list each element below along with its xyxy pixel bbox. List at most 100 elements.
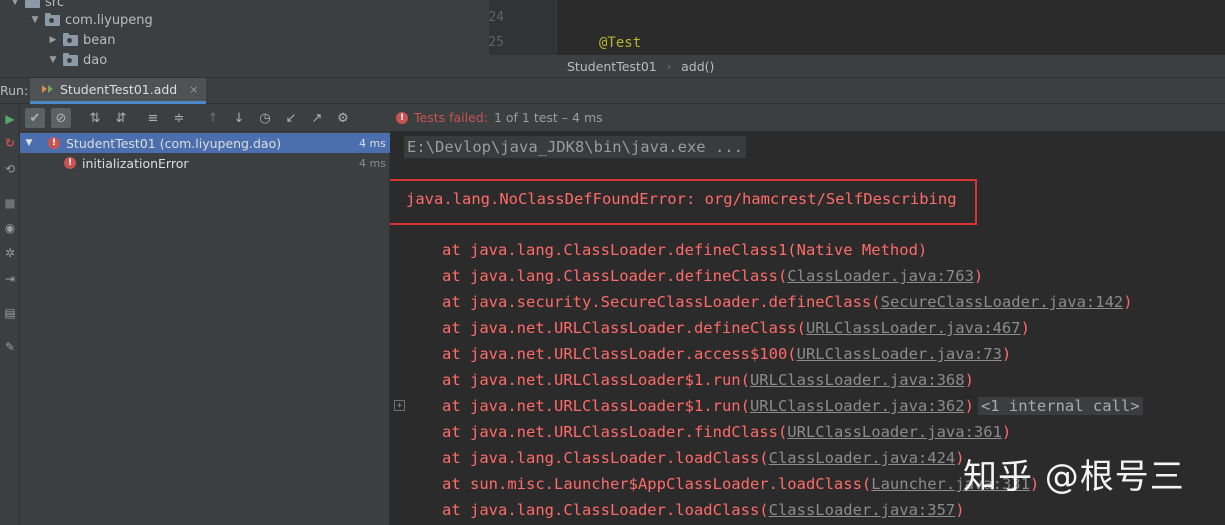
arrow-up-icon[interactable]: ↑ — [203, 108, 223, 128]
stack-trace-line: at java.security.SecureClassLoader.defin… — [442, 293, 1133, 311]
layout-icon[interactable]: ▤ — [1, 304, 19, 322]
watermark: 知乎 @根号三 — [963, 457, 1185, 497]
package-icon — [63, 52, 78, 66]
source-link[interactable]: URLClassLoader.java:368 — [750, 371, 965, 389]
code-annotation[interactable]: @Test — [599, 35, 641, 51]
stack-trace-line: at java.lang.ClassLoader.defineClass1(Na… — [442, 241, 927, 259]
tab-studenttest01-add[interactable]: StudentTest01.add × — [30, 77, 207, 104]
tree-item-label: com.liyupeng — [65, 12, 153, 28]
rerun-icon[interactable]: ▶ — [1, 110, 19, 128]
collapse-all-icon[interactable]: ≑ — [169, 108, 189, 128]
toggle-auto-test-icon[interactable]: ⟲ — [1, 160, 19, 178]
stack-frame-suffix: ) — [1123, 293, 1133, 311]
history-icon[interactable]: ◷ — [255, 108, 275, 128]
settings-icon[interactable]: ✲ — [1, 244, 19, 262]
chevron-down-icon[interactable]: ▼ — [24, 138, 34, 148]
stack-trace-line: at java.net.URLClassLoader.access$100(UR… — [442, 345, 1011, 363]
breadcrumb-method[interactable]: add() — [681, 59, 714, 74]
stack-frame-suffix: ) — [964, 371, 974, 389]
test-row-studenttest01[interactable]: ▼ ! StudentTest01 (com.liyupeng.dao) 4 m… — [20, 133, 390, 153]
stack-frame-suffix: ) — [1001, 345, 1012, 363]
stack-frame-text: at java.lang.ClassLoader.defineClass( — [442, 267, 788, 285]
package-icon — [63, 32, 78, 46]
test-toolbar: ✔ ⊘ ⇅ ⇵ ≡ ≑ ↑ ↓ ◷ ↙ ↗ ⚙ — [20, 104, 390, 132]
rerun-failed-icon[interactable]: ↻ — [1, 134, 19, 152]
stack-trace-line: at java.lang.ClassLoader.loadClass(Class… — [442, 449, 965, 467]
error-message: java.lang.NoClassDefFoundError: org/hamc… — [406, 190, 957, 208]
source-link[interactable]: URLClassLoader.java:73 — [797, 345, 1002, 363]
test-row-initializationerror[interactable]: ! initializationError 4 ms — [20, 153, 390, 173]
test-name: StudentTest01 (com.liyupeng.dao) — [66, 135, 282, 151]
test-results-tree: ▼ ! StudentTest01 (com.liyupeng.dao) 4 m… — [20, 132, 390, 525]
stack-frame-suffix: ) — [964, 397, 974, 415]
package-icon — [45, 12, 60, 26]
error-icon: ! — [64, 157, 76, 169]
stack-frame-suffix: ) — [1001, 423, 1012, 441]
source-link[interactable]: URLClassLoader.java:467 — [806, 319, 1021, 337]
stack-frame-text: at java.security.SecureClassLoader.defin… — [442, 293, 881, 311]
check-icon[interactable]: ✔ — [25, 108, 45, 128]
status-failed-text: Tests failed: — [414, 110, 488, 125]
stack-frame-text: at java.lang.ClassLoader.loadClass( — [442, 501, 769, 519]
tree-item-label: src — [45, 0, 64, 10]
stop-circle-icon[interactable]: ⊘ — [51, 108, 71, 128]
expand-fold-icon[interactable]: + — [394, 400, 405, 411]
stack-frame-suffix: ) — [955, 501, 965, 519]
import-icon[interactable]: ↙ — [281, 108, 301, 128]
camera-icon[interactable]: ◉ — [1, 219, 19, 237]
stack-frame-text: at java.net.URLClassLoader.findClass( — [442, 423, 788, 441]
export-icon[interactable]: ↗ — [307, 108, 327, 128]
source-link[interactable]: URLClassLoader.java:362 — [750, 397, 965, 415]
stack-trace-line: at sun.misc.Launcher$AppClassLoader.load… — [442, 475, 1039, 493]
stack-trace-line: at java.net.URLClassLoader$1.run(URLClas… — [442, 397, 1143, 415]
command-line[interactable]: E:\Devlop\java_JDK8\bin\java.exe ... — [404, 136, 746, 158]
tree-item-bean[interactable]: ▶ bean — [48, 30, 115, 50]
error-icon: ! — [396, 111, 408, 124]
expand-all-icon[interactable]: ≡ — [143, 108, 163, 128]
status-count: 1 of 1 test – 4 ms — [493, 110, 603, 125]
chevron-right-icon[interactable]: ▶ — [48, 35, 58, 45]
source-link[interactable]: ClassLoader.java:763 — [787, 267, 974, 285]
close-icon[interactable]: × — [189, 83, 198, 96]
run-side-toolbar: ▶ ↻ ⟲ ■ ◉ ✲ ⇥ ▤ ✎ — [0, 104, 20, 525]
tree-item-label: dao — [83, 52, 108, 68]
project-tree: ▼ src ▼ com.liyupeng ▶ bean ▼ dao — [0, 0, 489, 77]
chevron-down-icon[interactable]: ▼ — [30, 15, 40, 25]
pin-icon[interactable]: ✎ — [1, 338, 19, 356]
test-status-bar: ! Tests failed: 1 of 1 test – 4 ms — [390, 104, 1225, 132]
tree-item-label: bean — [83, 32, 116, 48]
chevron-down-icon[interactable]: ▼ — [48, 55, 58, 65]
stop-icon[interactable]: ■ — [1, 194, 19, 212]
test-duration: 4 ms — [359, 156, 386, 170]
arrow-down-icon[interactable]: ↓ — [229, 108, 249, 128]
stack-frame-text: at sun.misc.Launcher$AppClassLoader.load… — [442, 475, 872, 493]
tree-item-dao[interactable]: ▼ dao — [48, 50, 107, 70]
exit-icon[interactable]: ⇥ — [1, 270, 19, 288]
stack-frame-text: at java.net.URLClassLoader$1.run( — [442, 397, 750, 415]
source-link[interactable]: ClassLoader.java:357 — [769, 501, 956, 519]
run-tab-bar: Run: StudentTest01.add × — [0, 77, 1225, 104]
breadcrumb-class[interactable]: StudentTest01 — [567, 59, 657, 74]
line-number: 25 — [489, 35, 504, 50]
tree-item-com-liyupeng[interactable]: ▼ com.liyupeng — [30, 10, 153, 30]
tab-title: StudentTest01.add — [60, 81, 178, 97]
source-link[interactable]: URLClassLoader.java:361 — [787, 423, 1002, 441]
internal-call-badge[interactable]: <1 internal call> — [977, 397, 1143, 415]
test-duration: 4 ms — [359, 136, 386, 150]
folder-icon — [25, 0, 40, 8]
stack-trace-line: at java.net.URLClassLoader$1.run(URLClas… — [442, 371, 974, 389]
chevron-down-icon[interactable]: ▼ — [10, 0, 20, 7]
stack-frame-text: at java.net.URLClassLoader.defineClass( — [442, 319, 806, 337]
stack-frame-text: at java.lang.ClassLoader.loadClass( — [442, 449, 769, 467]
gear-icon[interactable]: ⚙ — [333, 108, 353, 128]
sort-alpha-icon[interactable]: ⇅ — [85, 108, 105, 128]
run-label: Run: — [0, 83, 29, 98]
stack-trace-line: at java.lang.ClassLoader.loadClass(Class… — [442, 501, 965, 519]
stack-trace-line: at java.net.URLClassLoader.findClass(URL… — [442, 423, 1011, 441]
stack-trace-line: at java.lang.ClassLoader.defineClass(Cla… — [442, 267, 983, 285]
source-link[interactable]: ClassLoader.java:424 — [769, 449, 956, 467]
code-editor[interactable]: 24 25 @Test — [489, 0, 1225, 55]
source-link[interactable]: SecureClassLoader.java:142 — [881, 293, 1124, 311]
stack-frame-suffix: ) — [1020, 319, 1030, 337]
sort-duration-icon[interactable]: ⇵ — [111, 108, 131, 128]
